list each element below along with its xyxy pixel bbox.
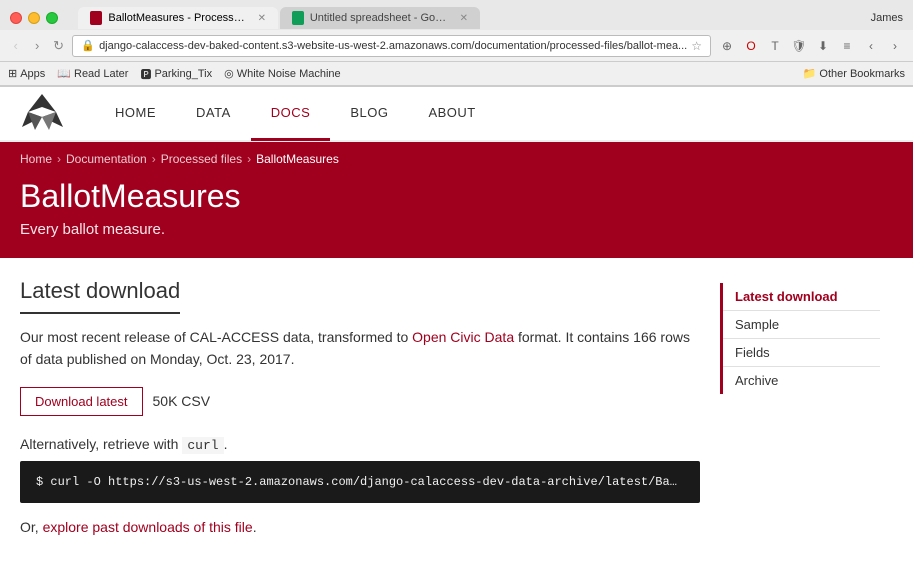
file-size-label: 50K CSV <box>153 393 211 409</box>
secure-icon: 🔒 <box>81 39 95 52</box>
desc-text-before: Our most recent release of CAL-ACCESS da… <box>20 329 412 345</box>
curl-text-before: Alternatively, retrieve with <box>20 436 182 452</box>
sidebar: Latest download Sample Fields Archive <box>720 278 880 535</box>
menu-icon[interactable]: ≡ <box>837 36 857 56</box>
toolbar-icons: ⊕ O T 🛡 ⬇ ≡ ‹ › <box>717 36 905 56</box>
bookmark-label-apps: Apps <box>20 68 45 80</box>
site-logo[interactable] <box>20 92 65 135</box>
nav-data[interactable]: DATA <box>176 87 251 141</box>
page-title: BallotMeasures <box>20 178 893 215</box>
breadcrumb-home[interactable]: Home <box>20 152 52 166</box>
browser-chrome: BallotMeasures - Processed fil... ✕ Unti… <box>0 0 913 87</box>
page-subtitle: Every ballot measure. <box>20 221 893 238</box>
bookmarks-bar: ⊞ Apps 📖 Read Later 🅿 Parking_Tix ◎ Whit… <box>0 62 913 86</box>
sidebar-nav: Latest download Sample Fields Archive <box>720 283 880 394</box>
forward-button[interactable]: › <box>29 36 44 56</box>
nav-docs[interactable]: DOCS <box>251 87 331 141</box>
bookmark-apps[interactable]: ⊞ Apps <box>8 67 45 80</box>
breadcrumb-sep-2: › <box>152 152 156 166</box>
breadcrumb-sep-1: › <box>57 152 61 166</box>
code-block[interactable]: $ curl -O https://s3-us-west-2.amazonaws… <box>20 461 700 503</box>
next-page-icon[interactable]: › <box>885 36 905 56</box>
title-bar: BallotMeasures - Processed fil... ✕ Unti… <box>0 0 913 30</box>
past-downloads-after: . <box>253 519 257 535</box>
breadcrumb-sep-3: › <box>247 152 251 166</box>
page-header: Home › Documentation › Processed files ›… <box>0 142 913 258</box>
maximize-button[interactable] <box>46 12 58 24</box>
sidebar-item-latest-download[interactable]: Latest download <box>723 283 880 310</box>
main-content: Latest download Our most recent release … <box>0 258 913 555</box>
apps-icon: ⊞ <box>8 67 17 80</box>
tab-label-1: BallotMeasures - Processed fil... <box>108 12 247 24</box>
content-body: Latest download Our most recent release … <box>20 278 700 535</box>
breadcrumb-documentation[interactable]: Documentation <box>66 152 147 166</box>
traffic-lights <box>10 12 58 24</box>
breadcrumb-processed-files[interactable]: Processed files <box>161 152 242 166</box>
download-latest-button[interactable]: Download latest <box>20 387 143 416</box>
extensions-icon[interactable]: ⊕ <box>717 36 737 56</box>
past-downloads-before: Or, <box>20 519 43 535</box>
read-later-icon: 📖 <box>57 67 71 80</box>
url-text: django-calaccess-dev-baked-content.s3-we… <box>99 40 687 52</box>
sidebar-item-sample[interactable]: Sample <box>723 311 880 338</box>
past-downloads-link[interactable]: explore past downloads of this file <box>43 519 253 535</box>
other-bookmarks-label: Other Bookmarks <box>819 68 905 80</box>
curl-code-inline: curl <box>182 437 223 454</box>
bookmark-read-later[interactable]: 📖 Read Later <box>57 67 128 80</box>
white-noise-icon: ◎ <box>224 67 234 80</box>
bookmark-white-noise[interactable]: ◎ White Noise Machine <box>224 67 341 80</box>
breadcrumb-current: BallotMeasures <box>256 152 339 166</box>
reload-button[interactable]: ↻ <box>51 36 66 56</box>
nav-links: HOME DATA DOCS BLOG ABOUT <box>95 87 496 141</box>
prev-page-icon[interactable]: ‹ <box>861 36 881 56</box>
download-row: Download latest 50K CSV <box>20 387 700 416</box>
tab-favicon-1 <box>90 11 102 25</box>
past-downloads: Or, explore past downloads of this file. <box>20 519 700 535</box>
section-description: Our most recent release of CAL-ACCESS da… <box>20 326 700 371</box>
site-navigation: HOME DATA DOCS BLOG ABOUT <box>0 87 913 142</box>
bookmark-label-parkingtix: Parking_Tix <box>154 68 212 80</box>
bookmark-label-whitenoise: White Noise Machine <box>237 68 341 80</box>
sidebar-item-fields[interactable]: Fields <box>723 339 880 366</box>
address-bar[interactable]: 🔒 django-calaccess-dev-baked-content.s3-… <box>72 35 711 57</box>
minimize-button[interactable] <box>28 12 40 24</box>
breadcrumb: Home › Documentation › Processed files ›… <box>20 152 893 166</box>
user-label: James <box>871 12 903 24</box>
translate-icon[interactable]: T <box>765 36 785 56</box>
close-button[interactable] <box>10 12 22 24</box>
bookmark-parking-tix[interactable]: 🅿 Parking_Tix <box>140 66 212 82</box>
open-civic-data-link[interactable]: Open Civic Data <box>412 329 514 345</box>
browser-toolbar: ‹ › ↻ 🔒 django-calaccess-dev-baked-conte… <box>0 30 913 62</box>
tab-close-1[interactable]: ✕ <box>258 13 266 24</box>
back-button[interactable]: ‹ <box>8 36 23 56</box>
sidebar-item-archive[interactable]: Archive <box>723 367 880 394</box>
nav-blog[interactable]: BLOG <box>330 87 408 141</box>
tab-close-2[interactable]: ✕ <box>460 13 468 24</box>
tabs-bar: BallotMeasures - Processed fil... ✕ Unti… <box>78 7 480 29</box>
other-bookmarks[interactable]: 📁 Other Bookmarks <box>803 67 905 80</box>
tab-1[interactable]: BallotMeasures - Processed fil... ✕ <box>78 7 278 29</box>
curl-text-after: . <box>224 436 228 452</box>
tab-favicon-2 <box>292 11 304 25</box>
section-title: Latest download <box>20 278 180 314</box>
opera-icon[interactable]: O <box>741 36 761 56</box>
curl-label: Alternatively, retrieve with curl. <box>20 436 700 453</box>
folder-icon: 📁 <box>803 67 817 80</box>
bookmark-label-readlater: Read Later <box>74 68 128 80</box>
nav-home[interactable]: HOME <box>95 87 176 141</box>
bookmark-star-icon[interactable]: ☆ <box>691 39 702 53</box>
tab-label-2: Untitled spreadsheet - Google S... <box>310 12 450 24</box>
tab-2[interactable]: Untitled spreadsheet - Google S... ✕ <box>280 7 480 29</box>
logo-image <box>20 92 65 132</box>
download-icon[interactable]: ⬇ <box>813 36 833 56</box>
parking-icon: 🅿 <box>140 66 151 82</box>
shield-icon[interactable]: 🛡 <box>789 36 809 56</box>
nav-about[interactable]: ABOUT <box>408 87 495 141</box>
